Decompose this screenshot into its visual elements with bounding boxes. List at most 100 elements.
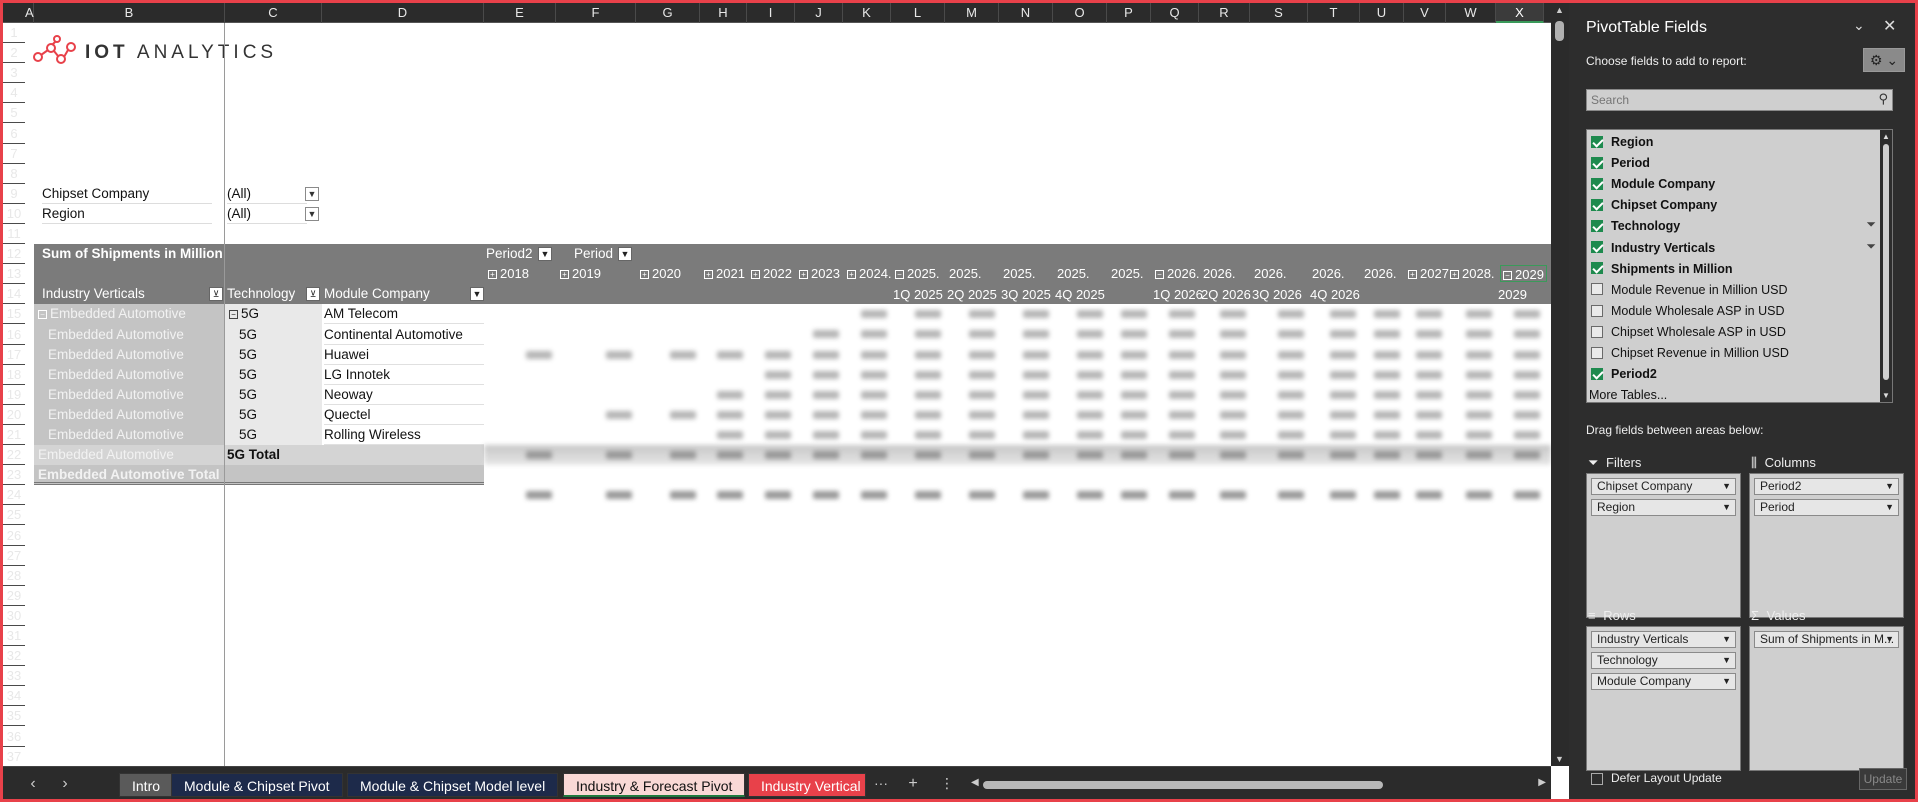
field-item[interactable]: Industry Verticals bbox=[1591, 238, 1715, 258]
area-columns[interactable]: Period2 ▼ Period ▼ bbox=[1749, 473, 1904, 618]
industry-row-label[interactable]: Embedded Automotive bbox=[48, 385, 184, 405]
row-header[interactable]: 36 bbox=[3, 727, 25, 747]
field-checkbox[interactable] bbox=[1591, 241, 1603, 254]
row-header[interactable]: 23 bbox=[3, 465, 25, 486]
row-header[interactable]: 8 bbox=[3, 164, 25, 184]
area-field-pill[interactable]: Module Company ▼ bbox=[1591, 673, 1736, 690]
row-header[interactable]: 5 bbox=[3, 103, 25, 124]
row-header[interactable]: 20 bbox=[3, 405, 25, 425]
row-header[interactable]: 13 bbox=[3, 264, 25, 285]
module-row-label[interactable]: Continental Automotive bbox=[324, 325, 484, 345]
field-checkbox[interactable] bbox=[1591, 346, 1603, 359]
filter-dropdown-icon[interactable]: ▼ bbox=[305, 206, 319, 221]
area-rows[interactable]: Industry Verticals ▼ Technology ▼ Module Com… bbox=[1586, 626, 1741, 771]
field-checkbox[interactable] bbox=[1591, 304, 1603, 317]
column-header[interactable]: T bbox=[1308, 3, 1360, 23]
period-year-header[interactable]: +2023 bbox=[799, 265, 840, 282]
scroll-left-icon[interactable]: ◀ bbox=[971, 777, 979, 788]
module-row-label[interactable]: Huawei bbox=[324, 345, 484, 365]
collapse-icon[interactable]: − bbox=[895, 270, 904, 280]
row-header[interactable]: 34 bbox=[3, 686, 25, 707]
chevron-down-icon[interactable]: ▼ bbox=[1722, 653, 1731, 668]
row-header[interactable]: 26 bbox=[3, 526, 25, 546]
column-header[interactable]: H bbox=[700, 3, 747, 23]
period-year-header[interactable]: 2026. bbox=[1312, 265, 1345, 282]
row-header[interactable]: 11 bbox=[3, 224, 25, 244]
field-checkbox[interactable] bbox=[1591, 220, 1603, 233]
area-field-pill[interactable]: Chipset Company ▼ bbox=[1591, 478, 1736, 495]
collapse-icon[interactable]: − bbox=[38, 310, 47, 320]
field-item[interactable]: Chipset Revenue in Million USD bbox=[1591, 343, 1789, 363]
grand-total-label[interactable]: Embedded Automotive Total bbox=[38, 465, 220, 485]
field-checkbox[interactable] bbox=[1591, 199, 1603, 211]
module-row-label[interactable]: Quectel bbox=[324, 405, 484, 425]
row-header[interactable]: 15 bbox=[3, 304, 25, 325]
chevron-down-icon[interactable]: ▼ bbox=[1722, 479, 1731, 494]
column-header[interactable]: Q bbox=[1151, 3, 1199, 23]
field-item[interactable]: Module Company bbox=[1591, 174, 1715, 194]
chevron-down-icon[interactable]: ▼ bbox=[1885, 500, 1894, 515]
tab-intro[interactable]: Intro bbox=[119, 773, 174, 797]
period-year-header[interactable]: +2028. bbox=[1450, 265, 1495, 282]
chevron-down-icon[interactable]: ▼ bbox=[1885, 479, 1894, 494]
expand-icon[interactable]: + bbox=[847, 270, 856, 280]
column-header[interactable]: K bbox=[843, 3, 891, 23]
period-year-header[interactable]: +2027 bbox=[1408, 265, 1449, 282]
technology-row-label[interactable]: 5G bbox=[239, 325, 257, 345]
industry-row-label[interactable]: Embedded Automotive bbox=[48, 405, 184, 425]
column-header[interactable]: A bbox=[25, 3, 34, 23]
add-sheet-icon[interactable]: + bbox=[903, 775, 923, 793]
field-list-scrollbar[interactable]: ▲ ▼ bbox=[1880, 130, 1892, 402]
area-field-pill[interactable]: Technology ▼ bbox=[1591, 652, 1736, 669]
row-header[interactable]: 24 bbox=[3, 485, 25, 506]
scroll-up-icon[interactable]: ▲ bbox=[1555, 5, 1564, 15]
field-item[interactable]: Chipset Wholesale ASP in USD bbox=[1591, 322, 1786, 342]
expand-icon[interactable]: + bbox=[560, 270, 569, 280]
row-header[interactable]: 9 bbox=[3, 184, 25, 204]
module-dropdown-icon[interactable]: ▼ bbox=[470, 287, 484, 302]
column-header[interactable]: S bbox=[1250, 3, 1308, 23]
row-header[interactable]: 6 bbox=[3, 124, 25, 144]
period-year-header[interactable]: +2022 bbox=[751, 265, 792, 282]
row-header[interactable]: 17 bbox=[3, 345, 25, 365]
expand-icon[interactable]: + bbox=[704, 270, 713, 280]
row-header[interactable]: 16 bbox=[3, 325, 25, 345]
scroll-right-icon[interactable]: ▶ bbox=[1538, 777, 1546, 788]
tab-module-chipset-model-level[interactable]: Module & Chipset Model level bbox=[347, 773, 559, 797]
field-item[interactable]: Shipments in Million bbox=[1591, 259, 1733, 279]
industry-row-label[interactable]: Embedded Automotive bbox=[48, 325, 184, 345]
field-item[interactable]: Period2 bbox=[1591, 364, 1657, 384]
column-header[interactable]: I bbox=[747, 3, 795, 23]
industry-row-label[interactable]: Embedded Automotive bbox=[48, 365, 184, 385]
module-row-label[interactable]: Rolling Wireless bbox=[324, 425, 484, 445]
column-header[interactable]: R bbox=[1199, 3, 1250, 23]
row-header[interactable]: 30 bbox=[3, 606, 25, 626]
row-header[interactable]: 27 bbox=[3, 546, 25, 566]
period-year-header[interactable]: −2025. bbox=[895, 265, 940, 282]
column-header[interactable]: C bbox=[225, 3, 322, 23]
period-year-header[interactable]: +2020 bbox=[640, 265, 681, 282]
column-header[interactable]: V bbox=[1404, 3, 1446, 23]
period-year-header[interactable]: +2019 bbox=[560, 265, 601, 282]
area-field-pill[interactable]: Industry Verticals ▼ bbox=[1591, 631, 1736, 648]
period2-dropdown-icon[interactable]: ▼ bbox=[538, 247, 552, 262]
filter-active-icon[interactable]: ⊻ bbox=[306, 287, 320, 302]
field-item[interactable]: Technology bbox=[1591, 216, 1680, 236]
tab-industry-vertical[interactable]: Industry Vertical & bbox=[748, 773, 866, 797]
row-header[interactable]: 2 bbox=[3, 43, 25, 64]
vertical-scrollbar[interactable]: ▲ ▼ bbox=[1551, 3, 1569, 766]
horizontal-scroll-thumb[interactable] bbox=[983, 781, 1383, 789]
column-header[interactable]: O bbox=[1053, 3, 1107, 23]
row-header[interactable]: 14 bbox=[3, 284, 25, 305]
technology-row-label[interactable]: 5G bbox=[239, 385, 257, 405]
filter-active-icon[interactable]: ⊻ bbox=[209, 287, 223, 302]
gear-icon[interactable]: ⚙ ⌄ bbox=[1863, 48, 1905, 72]
column-header[interactable]: N bbox=[999, 3, 1053, 23]
tab-industry-forecast-pivot[interactable]: Industry & Forecast Pivot bbox=[563, 773, 746, 797]
field-checkbox[interactable] bbox=[1591, 283, 1603, 296]
expand-icon[interactable]: + bbox=[1450, 270, 1459, 280]
filter-dropdown-icon[interactable]: ▼ bbox=[305, 186, 319, 201]
search-icon[interactable]: ⚲ bbox=[1878, 91, 1888, 107]
period-year-header[interactable]: 2026. bbox=[1364, 265, 1397, 282]
expand-icon[interactable]: + bbox=[799, 270, 808, 280]
